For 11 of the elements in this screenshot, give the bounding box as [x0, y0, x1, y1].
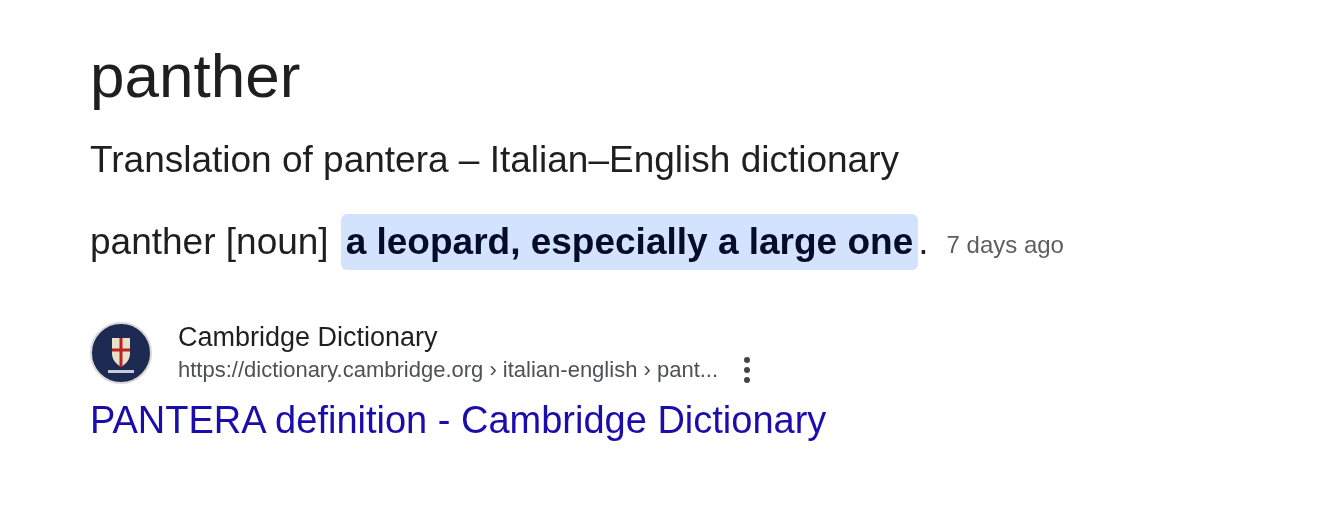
snippet-date: 7 days ago [946, 230, 1064, 260]
result-url[interactable]: https://dictionary.cambridge.org › italian-english › pant... [178, 354, 719, 386]
definition-end: . [918, 220, 929, 265]
answer-heading: panther [90, 40, 301, 112]
definition-text: panther [noun] [90, 220, 329, 265]
highlighted-definition: a leopard, especially a large one [340, 214, 919, 270]
site-name[interactable]: Cambridge Dictionary [178, 320, 438, 354]
result-title-link[interactable]: PANTERA definition - Cambridge Dictionary [90, 396, 827, 444]
site-logo-icon [90, 322, 152, 384]
more-options-icon[interactable] [744, 357, 751, 383]
snippet-source-line: Translation of pantera – Italian–English dictionary [90, 138, 899, 182]
